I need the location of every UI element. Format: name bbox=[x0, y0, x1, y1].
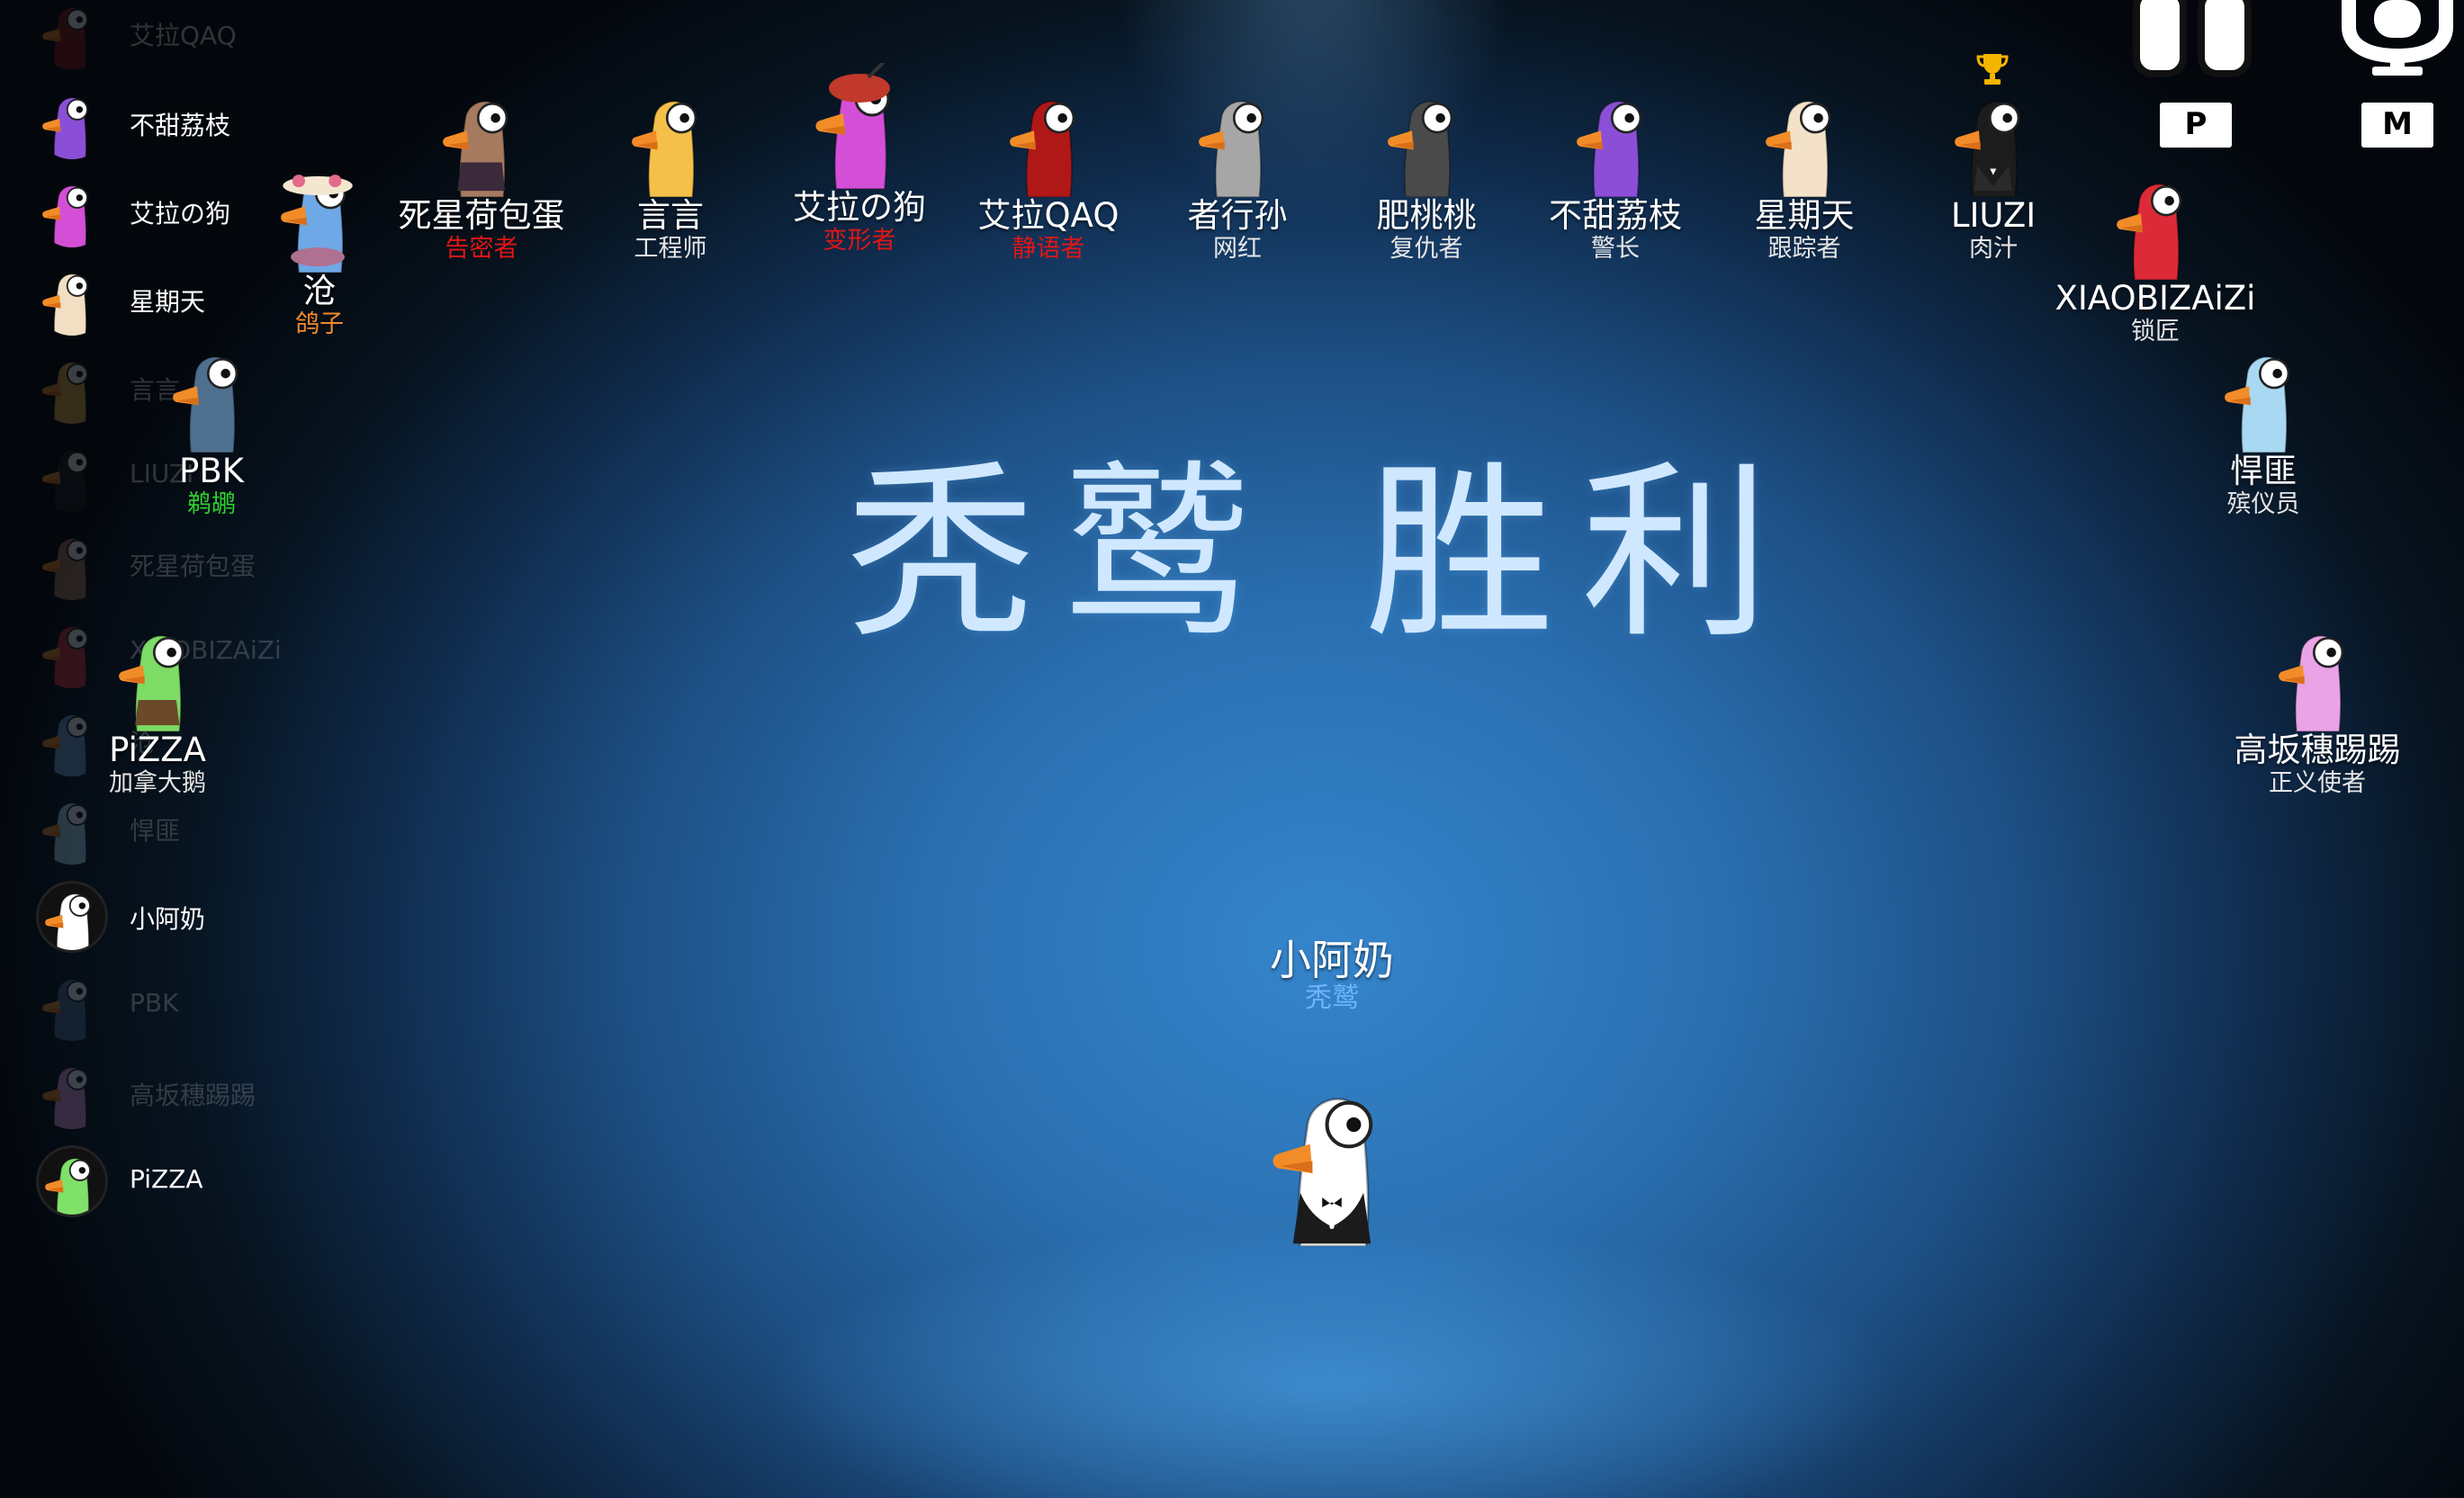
player-name: 言言 bbox=[637, 196, 704, 236]
sidebar-player-name: 不甜荔枝 bbox=[130, 111, 231, 140]
sidebar-player-name: 小阿奶 bbox=[130, 904, 206, 934]
sidebar-player-avatar bbox=[36, 440, 108, 512]
player-card: 不甜荔枝 警长 bbox=[1507, 86, 1723, 264]
player-goose-avatar bbox=[2209, 621, 2425, 732]
player-card: 沧鸽子 bbox=[211, 162, 427, 339]
winner-player: 小阿奶 秃鹫 bbox=[1188, 936, 1476, 1246]
sidebar-player-avatar bbox=[36, 881, 108, 953]
player-card: PBK 鹈鹕 bbox=[103, 342, 319, 519]
player-name: 肥桃桃 bbox=[1376, 196, 1477, 236]
sidebar-player-avatar bbox=[36, 528, 108, 600]
sidebar-player-row: 不甜荔枝 bbox=[34, 83, 304, 164]
player-name: 星期天 bbox=[1754, 196, 1855, 236]
sidebar-player-row: 小阿奶 bbox=[34, 876, 304, 957]
sidebar-player-avatar bbox=[36, 87, 108, 159]
player-card: 言言 工程师 bbox=[562, 86, 778, 264]
key-m-button[interactable]: M bbox=[2361, 103, 2433, 148]
player-name: 艾拉の狗 bbox=[793, 188, 926, 227]
player-role: 复仇者 bbox=[1389, 235, 1463, 264]
sidebar-player-avatar bbox=[36, 969, 108, 1041]
player-role: 鹈鹕 bbox=[187, 490, 236, 519]
player-goose-avatar bbox=[1507, 86, 1723, 198]
player-goose-avatar bbox=[562, 86, 778, 198]
player-role: 鸽子 bbox=[295, 310, 344, 339]
sidebar-player-avatar bbox=[36, 793, 108, 865]
sidebar-player-name: PiZZA bbox=[130, 1164, 203, 1194]
player-name: 悍匪 bbox=[2230, 452, 2297, 491]
player-card: 肥桃桃 复仇者 bbox=[1318, 86, 1534, 264]
sidebar-player-avatar bbox=[36, 1057, 108, 1129]
sidebar-player-avatar bbox=[36, 264, 108, 336]
victory-screen: 艾拉QAQ 不甜荔枝 艾拉の狗 星期天 言言 LIUZI 死星荷包蛋 XIAOB… bbox=[0, 0, 2464, 1498]
trophy-icon bbox=[1976, 54, 2009, 85]
player-name: 艾拉QAQ bbox=[977, 196, 1120, 236]
player-goose-avatar bbox=[49, 621, 265, 732]
player-name: 沧 bbox=[302, 272, 337, 311]
sidebar-player-row: 高坂穗踢踢 bbox=[34, 1053, 304, 1134]
player-role: 警长 bbox=[1591, 235, 1640, 264]
player-role: 静语者 bbox=[1012, 235, 1085, 264]
player-goose-avatar bbox=[103, 342, 319, 453]
sidebar-player-name: 死星荷包蛋 bbox=[130, 552, 256, 581]
sidebar-player-avatar bbox=[36, 175, 108, 247]
sidebar-player-row: 艾拉QAQ bbox=[34, 0, 304, 74]
player-name: 高坂穗踢踢 bbox=[2234, 731, 2401, 770]
player-goose-avatar bbox=[2155, 342, 2371, 453]
sidebar-player-name: 高坂穗踢踢 bbox=[130, 1081, 256, 1110]
player-role: 加拿大鹅 bbox=[109, 769, 206, 798]
player-role: 殡仪员 bbox=[2226, 490, 2300, 519]
player-card: XIAOBIZAiZi 锁匠 bbox=[2047, 169, 2263, 346]
sidebar-player-row: PiZZA bbox=[34, 1141, 304, 1222]
player-goose-avatar bbox=[751, 63, 967, 189]
player-name: 不甜荔枝 bbox=[1549, 196, 1682, 236]
victory-title: 秃鹫 胜利 bbox=[846, 444, 1797, 664]
sidebar-player-avatar bbox=[36, 352, 108, 424]
player-card: 艾拉の狗 变形者 bbox=[751, 63, 967, 256]
sidebar-player-name: 星期天 bbox=[130, 287, 206, 317]
player-name: PBK bbox=[179, 452, 244, 491]
player-card: 悍匪 殡仪员 bbox=[2155, 342, 2371, 519]
sidebar-player-row: 死星荷包蛋 bbox=[34, 524, 304, 605]
sidebar-player-avatar bbox=[36, 1145, 108, 1217]
player-role: 跟踪者 bbox=[1767, 235, 1841, 264]
winner-goose-avatar bbox=[1188, 1076, 1476, 1246]
sidebar-player-name: 艾拉QAQ bbox=[130, 21, 237, 50]
sidebar-player-avatar bbox=[36, 0, 108, 69]
player-role: 工程师 bbox=[634, 235, 707, 264]
sidebar-player-name: PBK bbox=[130, 988, 179, 1018]
player-card: 高坂穗踢踢 正义使者 bbox=[2209, 621, 2425, 798]
player-goose-avatar bbox=[2047, 169, 2263, 281]
player-name: 者行孙 bbox=[1187, 196, 1288, 236]
player-card: 星期天 跟踪者 bbox=[1696, 86, 1912, 264]
winner-role: 秃鹫 bbox=[1305, 982, 1359, 1014]
microphone-icon[interactable] bbox=[2340, 0, 2457, 81]
player-card: 者行孙 网红 bbox=[1129, 86, 1345, 264]
key-p-button[interactable]: P bbox=[2160, 103, 2232, 148]
player-card: PiZZA 加拿大鹅 bbox=[49, 621, 265, 798]
player-goose-avatar bbox=[1318, 86, 1534, 198]
player-role: 正义使者 bbox=[2269, 769, 2366, 798]
player-goose-avatar bbox=[211, 162, 427, 274]
player-role: 网红 bbox=[1213, 235, 1262, 264]
controller-icon[interactable] bbox=[2131, 0, 2257, 81]
player-name: XIAOBIZAiZi bbox=[2055, 279, 2256, 318]
player-goose-avatar bbox=[940, 86, 1156, 198]
sidebar-player-row: PBK bbox=[34, 964, 304, 1045]
player-card: 艾拉QAQ 静语者 bbox=[940, 86, 1156, 264]
player-role: 变形者 bbox=[823, 227, 896, 255]
player-goose-avatar bbox=[1696, 86, 1912, 198]
sidebar-player-row: 悍匪 bbox=[34, 788, 304, 869]
player-goose-avatar bbox=[1129, 86, 1345, 198]
player-name: PiZZA bbox=[109, 731, 206, 770]
sidebar-player-name: 悍匪 bbox=[130, 816, 181, 846]
winner-name: 小阿奶 bbox=[1270, 936, 1394, 984]
